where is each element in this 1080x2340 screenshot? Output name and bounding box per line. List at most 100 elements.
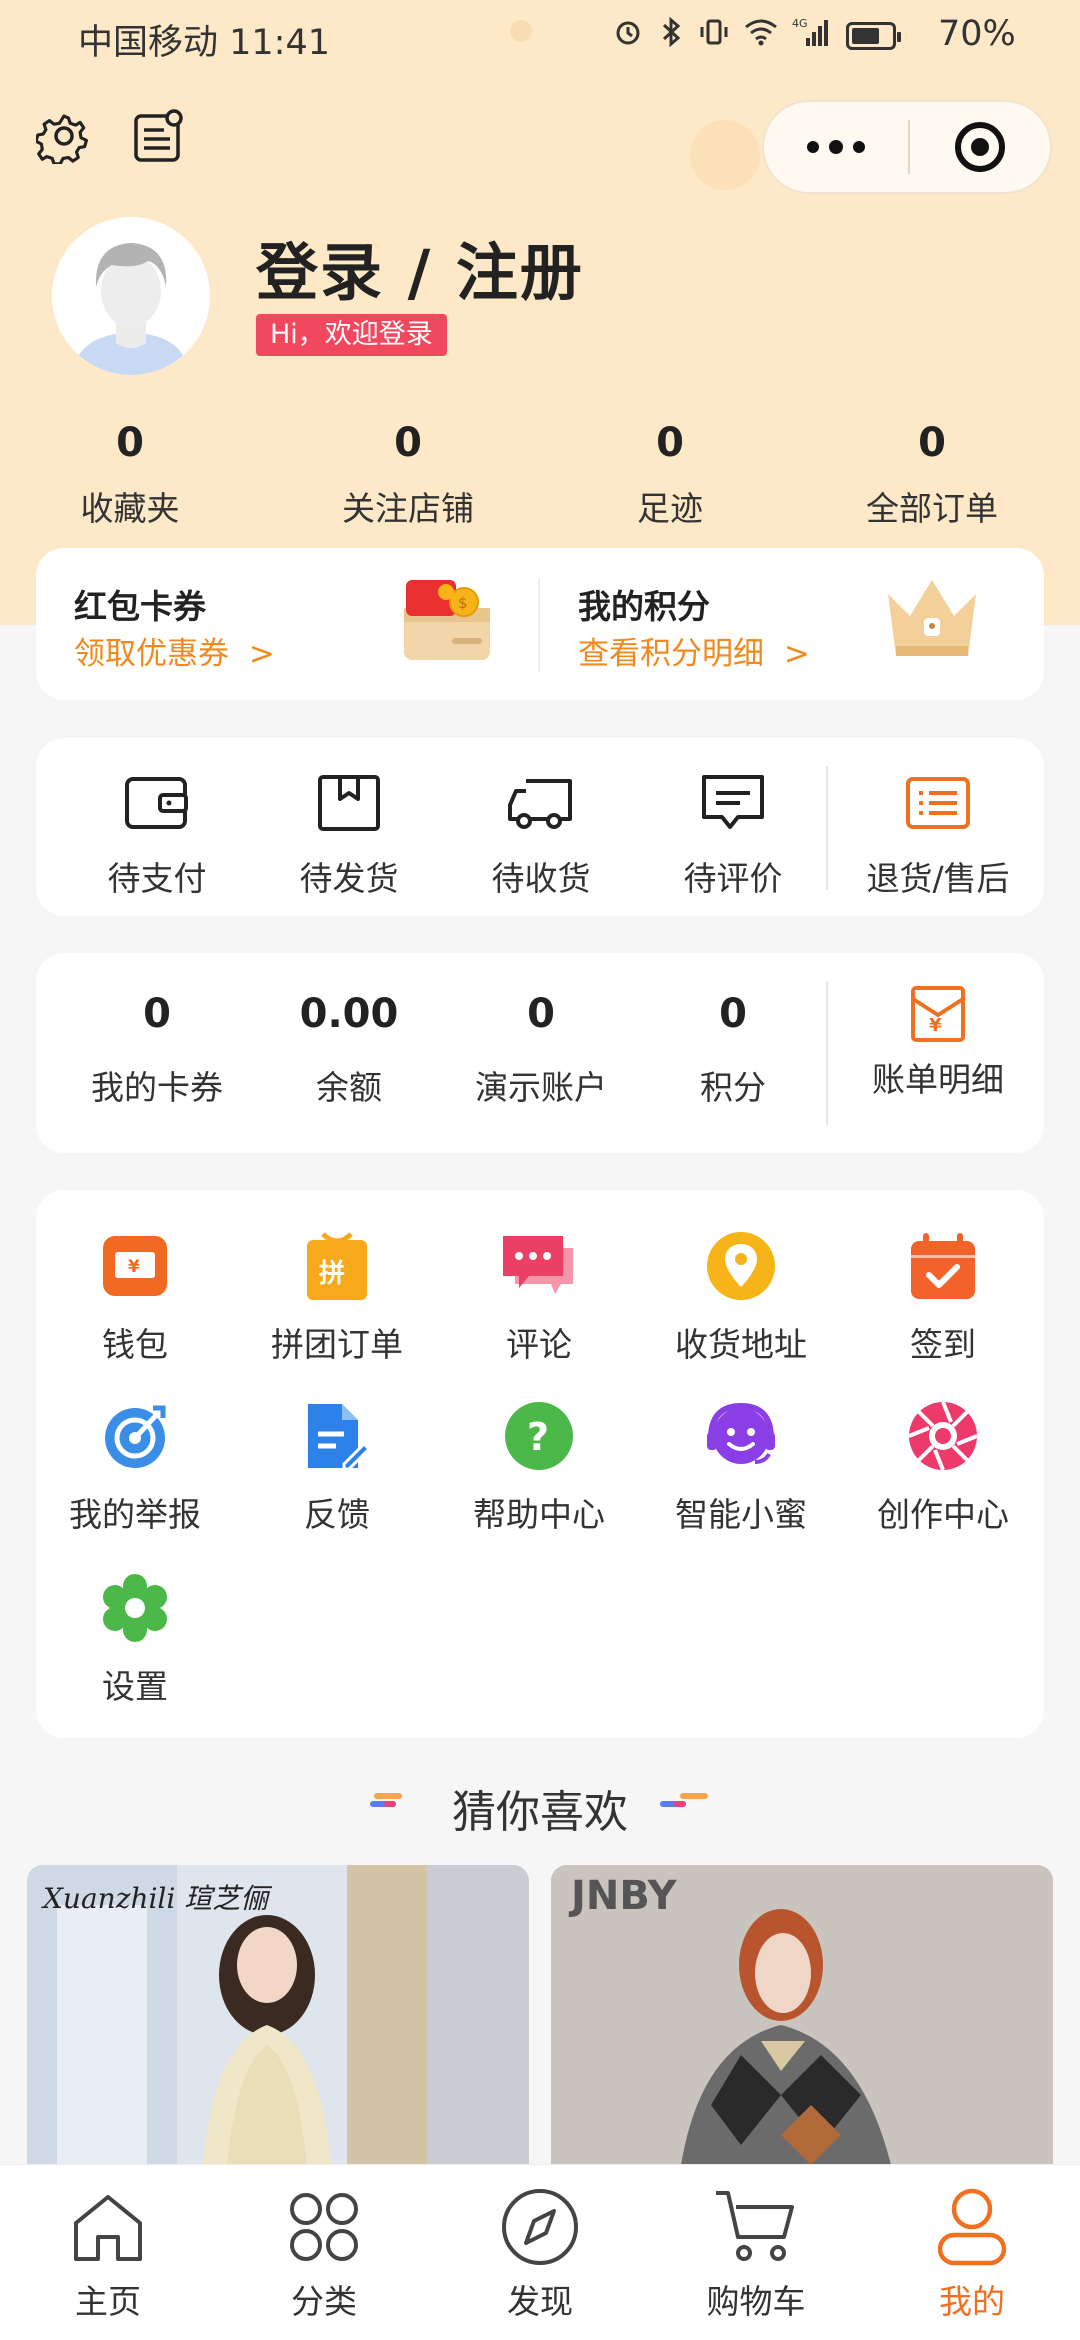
wallet-label: 演示账户 — [475, 1068, 607, 1107]
service-wallet[interactable]: ¥ 钱包 — [35, 1228, 235, 1366]
bottom-tab-bar: 主页 分类 发现 购物车 我的 — [0, 2164, 1080, 2340]
order-status-card: 待支付 待发货 待收货 待评价 退货/售后 — [36, 738, 1044, 916]
home-icon — [74, 2195, 142, 2261]
signal-icon: 4G — [792, 16, 832, 56]
coupon-link: 领取优惠券 > — [74, 628, 275, 673]
tab-category[interactable]: 分类 — [216, 2165, 432, 2340]
battery-fill — [852, 28, 879, 44]
order-label: 待收货 — [491, 859, 591, 898]
service-group-buy[interactable]: 拼 拼团订单 — [237, 1228, 437, 1366]
service-label: 收货地址 — [675, 1325, 807, 1364]
dot-icon — [853, 141, 865, 153]
tab-label: 发现 — [507, 2282, 573, 2321]
points-link: 查看积分明细 > — [578, 628, 810, 673]
service-address[interactable]: 收货地址 — [641, 1228, 841, 1366]
service-label: 拼团订单 — [271, 1325, 403, 1364]
tab-discover[interactable]: 发现 — [432, 2165, 648, 2340]
order-pending-shipment[interactable]: 待发货 — [264, 768, 434, 900]
svg-text:拼: 拼 — [319, 1259, 345, 1289]
stat-followed-shops[interactable]: 0 关注店铺 — [318, 420, 498, 530]
services-card: ¥ 钱包 拼 拼团订单 评论 收货地址 签到 我的举报 反馈 ? 帮助中心 智能… — [36, 1190, 1044, 1738]
stat-favorites[interactable]: 0 收藏夹 — [40, 420, 220, 530]
order-pending-review[interactable]: 待评价 — [648, 768, 818, 900]
report-icon — [105, 1405, 166, 1468]
stat-value: 0 — [116, 420, 144, 466]
service-help-center[interactable]: ? 帮助中心 — [439, 1398, 639, 1536]
carrier-time: 中国移动 11:41 — [78, 23, 330, 63]
message-button[interactable] — [128, 106, 188, 166]
camera-aperture-icon — [908, 1401, 978, 1471]
stat-label: 关注店铺 — [342, 489, 474, 528]
order-pending-receipt[interactable]: 待收货 — [456, 768, 626, 900]
stat-label: 足迹 — [637, 489, 703, 528]
service-label: 钱包 — [102, 1325, 168, 1364]
cart-icon — [716, 2191, 794, 2261]
default-avatar-icon — [52, 217, 210, 375]
order-label: 待支付 — [107, 859, 207, 898]
service-comments[interactable]: 评论 — [439, 1228, 639, 1366]
balance[interactable]: 0.00 余额 — [264, 991, 434, 1109]
service-label: 我的举报 — [69, 1495, 201, 1534]
avatar[interactable] — [52, 217, 210, 375]
service-check-in[interactable]: 签到 — [843, 1228, 1043, 1366]
tab-home[interactable]: 主页 — [0, 2165, 216, 2340]
close-miniapp-button[interactable] — [910, 102, 1050, 192]
wallet-label: 我的卡券 — [91, 1068, 223, 1107]
tab-label: 主页 — [75, 2282, 141, 2321]
stat-all-orders[interactable]: 0 全部订单 — [842, 420, 1022, 530]
service-settings[interactable]: 设置 — [35, 1570, 235, 1708]
dot-icon — [807, 141, 819, 153]
my-coupons[interactable]: 0 我的卡券 — [72, 991, 242, 1109]
tab-label: 购物车 — [706, 2282, 806, 2321]
more-button[interactable] — [764, 102, 908, 192]
wallet-label: 积分 — [700, 1068, 766, 1107]
stat-footprints[interactable]: 0 足迹 — [580, 420, 760, 530]
wallet-value: 0.00 — [299, 991, 399, 1037]
package-icon — [318, 775, 380, 831]
miniapp-capsule — [762, 100, 1052, 194]
svg-text:4G: 4G — [792, 17, 808, 30]
order-pending-payment[interactable]: 待支付 — [72, 768, 242, 900]
points-link-label: 查看积分明细 — [578, 636, 764, 672]
coupon-entry[interactable]: 红包卡券 领取优惠券 > $ — [36, 548, 536, 700]
tab-label: 我的 — [939, 2282, 1005, 2321]
points[interactable]: 0 积分 — [648, 991, 818, 1109]
compass-icon — [502, 2189, 578, 2265]
service-label: 签到 — [910, 1325, 976, 1364]
service-feedback[interactable]: 反馈 — [237, 1398, 437, 1536]
points-entry[interactable]: 我的积分 查看积分明细 > — [542, 548, 1042, 700]
settings-button[interactable] — [34, 106, 94, 166]
coupon-link-label: 领取优惠券 — [74, 636, 229, 672]
rewards-card: 红包卡券 领取优惠券 > $ 我的积分 查看积分明细 > — [36, 548, 1044, 700]
stat-label: 全部订单 — [866, 489, 998, 528]
vibrate-icon — [698, 16, 730, 56]
dot-icon — [829, 140, 843, 154]
login-register-link[interactable]: 登录 / 注册 — [256, 222, 584, 312]
product-brand: Xuanzhili 瑄芝俪 — [43, 1882, 269, 1915]
service-report[interactable]: 我的举报 — [35, 1398, 235, 1536]
svg-text:¥: ¥ — [128, 1257, 140, 1277]
stat-value: 0 — [656, 420, 684, 466]
notes-icon — [134, 109, 183, 162]
calendar-check-icon — [911, 1233, 975, 1299]
wifi-icon — [744, 17, 778, 55]
tab-mine[interactable]: 我的 — [864, 2165, 1080, 2340]
svg-text:?: ? — [527, 1415, 549, 1459]
product-brand: JNBY — [571, 1873, 677, 1919]
group-buy-icon: 拼 — [307, 1232, 367, 1300]
product-card[interactable]: Xuanzhili 瑄芝俪 — [27, 1865, 529, 2165]
service-smart-assistant[interactable]: 智能小蜜 — [641, 1398, 841, 1536]
assistant-icon — [707, 1402, 775, 1464]
order-after-sales[interactable]: 退货/售后 — [838, 768, 1038, 900]
order-label: 待评价 — [683, 859, 783, 898]
bill-icon: ¥ — [911, 986, 965, 1042]
status-icons: 4G — [612, 16, 901, 56]
tab-cart[interactable]: 购物车 — [648, 2165, 864, 2340]
product-card[interactable]: JNBY — [551, 1865, 1053, 2165]
demo-account[interactable]: 0 演示账户 — [456, 991, 626, 1109]
truck-icon — [508, 779, 572, 829]
bill-details[interactable]: ¥ 账单明细 — [838, 985, 1038, 1101]
service-creator-center[interactable]: 创作中心 — [843, 1398, 1043, 1536]
battery-percent: 70% — [938, 14, 1016, 54]
title-decoration-icon — [660, 1793, 708, 1807]
